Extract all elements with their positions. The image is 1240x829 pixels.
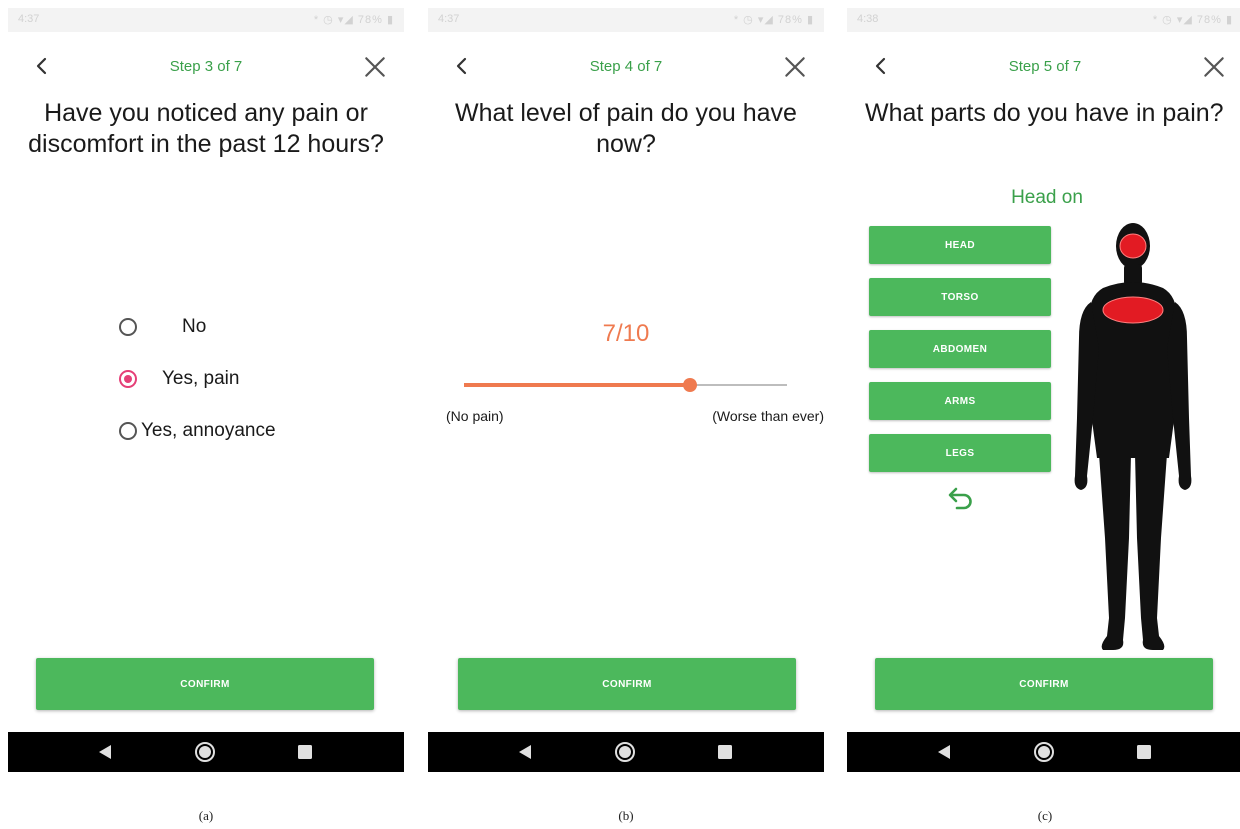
undo-icon[interactable] — [945, 482, 977, 514]
pain-slider[interactable] — [464, 378, 787, 392]
screen-step-3: 4:37 * ◷ ▾◢ 78% ▮ Step 3 of 7 Have you n… — [8, 8, 404, 772]
option-label: No — [182, 316, 207, 337]
pain-level-value: 7/10 — [602, 320, 650, 347]
status-icons: * ◷ ▾◢ 78% ▮ — [1152, 14, 1233, 26]
android-nav-bar — [847, 732, 1240, 772]
nav-home-icon[interactable] — [194, 741, 216, 763]
status-icons: * ◷ ▾◢ 78% ▮ — [313, 14, 394, 26]
confirm-button[interactable]: CONFIRM — [36, 658, 374, 710]
android-nav-bar — [428, 732, 824, 772]
slider-max-label: (Worse than ever) — [712, 408, 824, 424]
body-silhouette[interactable] — [1073, 218, 1193, 658]
nav-recent-apps-icon[interactable] — [297, 744, 313, 760]
nav-home-icon[interactable] — [614, 741, 636, 763]
slider-thumb[interactable] — [683, 378, 698, 392]
slider-fill — [464, 383, 691, 387]
confirm-button[interactable]: CONFIRM — [458, 658, 796, 710]
radio-button-selected[interactable] — [119, 370, 137, 388]
confirm-button[interactable]: CONFIRM — [875, 658, 1213, 710]
option-label: Yes, annoyance — [141, 420, 276, 441]
close-icon[interactable] — [1201, 54, 1227, 80]
radio-button[interactable] — [119, 422, 137, 440]
status-time: 4:37 — [438, 13, 460, 25]
close-icon[interactable] — [362, 54, 388, 80]
step-indicator: Step 5 of 7 — [1008, 58, 1082, 75]
option-yes-annoyance[interactable]: Yes, annoyance — [119, 417, 276, 445]
status-time: 4:38 — [857, 13, 879, 25]
question-text: What parts do you have in pain? — [865, 99, 1224, 127]
radio-button[interactable] — [119, 318, 137, 336]
body-part-button-arms[interactable]: ARMS — [869, 382, 1051, 420]
body-part-button-torso[interactable]: TORSO — [869, 278, 1051, 316]
question-text: What level of pain do you have now? — [455, 99, 797, 158]
figure-caption-a: (a) — [198, 808, 214, 823]
nav-back-icon[interactable] — [935, 743, 953, 761]
option-label: Yes, pain — [162, 368, 240, 389]
close-icon[interactable] — [782, 54, 808, 80]
nav-back-icon[interactable] — [96, 743, 114, 761]
figure-caption-c: (c) — [1037, 808, 1053, 823]
nav-recent-apps-icon[interactable] — [717, 744, 733, 760]
selected-part-status: Head on — [1011, 187, 1083, 208]
step-indicator: Step 4 of 7 — [589, 58, 663, 75]
slider-min-label: (No pain) — [446, 408, 504, 424]
figure-caption-b: (b) — [618, 808, 634, 823]
step-indicator: Step 3 of 7 — [169, 58, 243, 75]
body-part-button-abdomen[interactable]: ABDOMEN — [869, 330, 1051, 368]
screen-step-4: 4:37 * ◷ ▾◢ 78% ▮ Step 4 of 7 What level… — [428, 8, 824, 772]
torso-highlight[interactable] — [1102, 296, 1164, 324]
option-no[interactable]: No — [119, 313, 206, 341]
nav-back-icon[interactable] — [516, 743, 534, 761]
nav-recent-apps-icon[interactable] — [1136, 744, 1152, 760]
screen-step-5: 4:38 * ◷ ▾◢ 78% ▮ Step 5 of 7 What parts… — [847, 8, 1240, 772]
status-bar: 4:38 * ◷ ▾◢ 78% ▮ — [847, 8, 1240, 32]
status-time: 4:37 — [18, 13, 40, 25]
body-part-button-head[interactable]: HEAD — [869, 226, 1051, 264]
android-nav-bar — [8, 732, 404, 772]
question-text: Have you noticed any pain or discomfort … — [28, 99, 384, 158]
status-icons: * ◷ ▾◢ 78% ▮ — [733, 14, 814, 26]
nav-home-icon[interactable] — [1033, 741, 1055, 763]
head-highlight[interactable] — [1119, 233, 1147, 259]
body-part-button-legs[interactable]: LEGS — [869, 434, 1051, 472]
status-bar: 4:37 * ◷ ▾◢ 78% ▮ — [8, 8, 404, 32]
option-yes-pain[interactable]: Yes, pain — [119, 365, 239, 393]
status-bar: 4:37 * ◷ ▾◢ 78% ▮ — [428, 8, 824, 32]
